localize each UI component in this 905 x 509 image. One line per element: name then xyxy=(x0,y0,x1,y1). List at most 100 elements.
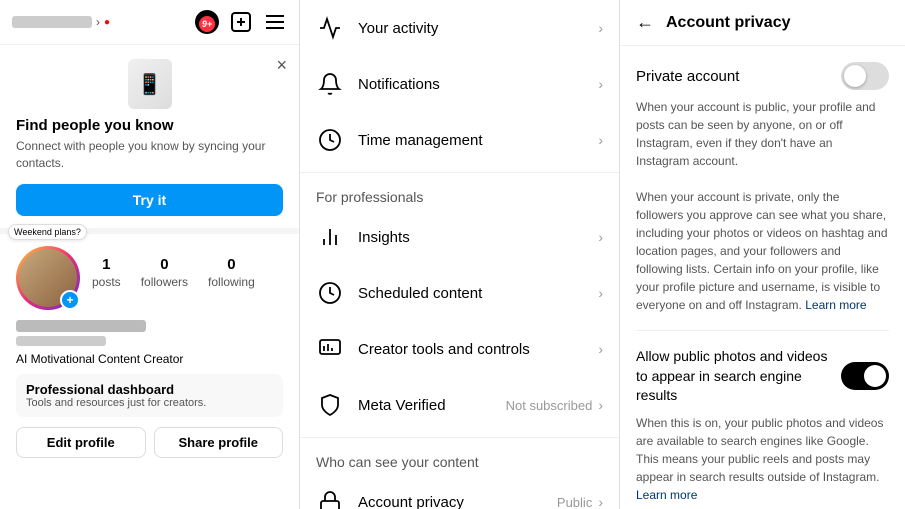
private-account-toggle[interactable] xyxy=(841,62,889,90)
following-label: following xyxy=(208,275,255,289)
your-activity-label: Your activity xyxy=(358,20,598,37)
learn-more-link1[interactable]: Learn more xyxy=(805,298,866,312)
find-people-desc: Connect with people you know by syncing … xyxy=(16,138,283,172)
right-panel: ← Account privacy Private account When y… xyxy=(620,0,905,509)
avatar-wrapper: Weekend plans? + xyxy=(16,246,80,310)
profile-stats-row: Weekend plans? + 1 posts 0 followers 0 f… xyxy=(16,246,283,310)
left-panel: › ● @ 9+ × 📱 Find people you know Connec… xyxy=(0,0,300,509)
meta-verified-label: Meta Verified xyxy=(358,397,506,414)
private-account-desc2: When your account is private, only the f… xyxy=(636,188,889,314)
search-engine-item: Allow public photos and videos to appear… xyxy=(636,331,889,505)
profile-section: Weekend plans? + 1 posts 0 followers 0 f… xyxy=(0,234,299,470)
edit-profile-button[interactable]: Edit profile xyxy=(16,427,146,458)
account-privacy-label: Account privacy xyxy=(358,494,557,509)
right-content: Private account When your account is pub… xyxy=(620,46,905,505)
username-area: › ● xyxy=(12,15,187,29)
back-button[interactable]: ← xyxy=(636,12,654,33)
search-engine-title: Allow public photos and videos to appear… xyxy=(636,347,829,406)
menu-icon[interactable] xyxy=(263,10,287,34)
chevron-icon: › xyxy=(598,20,603,36)
followers-label: followers xyxy=(141,275,188,289)
phone-icon: 📱 xyxy=(16,59,283,109)
scheduled-content-label: Scheduled content xyxy=(358,285,598,302)
private-account-title: Private account xyxy=(636,68,739,85)
menu-item-notifications[interactable]: Notifications › xyxy=(300,56,619,112)
chevron-icon: › xyxy=(598,285,603,301)
who-can-see-header: Who can see your content xyxy=(300,442,619,474)
search-engine-toggle[interactable] xyxy=(841,362,889,390)
profile-handle-blurred xyxy=(16,336,106,346)
menu-item-insights[interactable]: Insights › xyxy=(300,209,619,265)
search-engine-header: Allow public photos and videos to appear… xyxy=(636,347,889,406)
chevron-icon: › xyxy=(598,494,603,509)
private-account-desc1: When your account is public, your profil… xyxy=(636,98,889,170)
close-banner-button[interactable]: × xyxy=(276,55,287,76)
profile-action-buttons: Edit profile Share profile xyxy=(16,427,283,458)
divider2 xyxy=(300,437,619,438)
following-stat[interactable]: 0 following xyxy=(208,256,255,291)
followers-stat[interactable]: 0 followers xyxy=(141,256,188,291)
meta-verified-right: Not subscribed › xyxy=(506,397,603,413)
right-header: ← Account privacy xyxy=(620,0,905,46)
right-panel-title: Account privacy xyxy=(666,14,790,32)
toggle-knob xyxy=(864,365,886,387)
stats-group: 1 posts 0 followers 0 following xyxy=(92,246,255,291)
menu-item-scheduled-content[interactable]: Scheduled content › xyxy=(300,265,619,321)
bar-chart-icon xyxy=(316,223,344,251)
learn-more-link2[interactable]: Learn more xyxy=(636,488,697,502)
red-dot: ● xyxy=(104,17,110,28)
insights-label: Insights xyxy=(358,229,598,246)
divider xyxy=(300,172,619,173)
for-professionals-header: For professionals xyxy=(300,177,619,209)
menu-item-meta-verified[interactable]: Meta Verified Not subscribed › xyxy=(300,377,619,433)
creator-tools-label: Creator tools and controls xyxy=(358,341,598,358)
profile-name-blurred xyxy=(16,320,146,332)
creator-tools-icon xyxy=(316,335,344,363)
username-blurred xyxy=(12,16,92,28)
activity-icon xyxy=(316,14,344,42)
profile-bio: AI Motivational Content Creator xyxy=(16,352,283,366)
chevron-down-icon[interactable]: › xyxy=(96,15,100,29)
lock-icon xyxy=(316,488,344,509)
following-count: 0 xyxy=(208,256,255,273)
chevron-icon: › xyxy=(598,76,603,92)
not-subscribed-text: Not subscribed xyxy=(506,398,593,413)
share-profile-button[interactable]: Share profile xyxy=(154,427,284,458)
menu-item-creator-tools[interactable]: Creator tools and controls › xyxy=(300,321,619,377)
header-icons: @ 9+ xyxy=(195,10,287,34)
time-management-label: Time management xyxy=(358,132,598,149)
left-header: › ● @ 9+ xyxy=(0,0,299,45)
chevron-icon: › xyxy=(598,132,603,148)
bell-icon xyxy=(316,70,344,98)
menu-item-your-activity[interactable]: Your activity › xyxy=(300,0,619,56)
search-engine-desc: When this is on, your public photos and … xyxy=(636,414,889,504)
dashboard-desc: Tools and resources just for creators. xyxy=(26,397,273,409)
chevron-icon: › xyxy=(598,229,603,245)
phone-illustration: 📱 xyxy=(128,59,172,109)
followers-count: 0 xyxy=(141,256,188,273)
chevron-icon: › xyxy=(598,341,603,357)
professional-dashboard[interactable]: Professional dashboard Tools and resourc… xyxy=(16,374,283,417)
chevron-icon: › xyxy=(598,397,603,413)
notifications-label: Notifications xyxy=(358,76,598,93)
clock2-icon xyxy=(316,279,344,307)
try-it-button[interactable]: Try it xyxy=(16,184,283,216)
notification-badge: 9+ xyxy=(199,16,215,32)
toggle-knob xyxy=(844,65,866,87)
threads-icon[interactable]: @ 9+ xyxy=(195,10,219,34)
menu-item-time-management[interactable]: Time management › xyxy=(300,112,619,168)
add-icon[interactable] xyxy=(229,10,253,34)
find-people-title: Find people you know xyxy=(16,117,283,134)
private-account-header: Private account xyxy=(636,62,889,90)
dashboard-title: Professional dashboard xyxy=(26,382,273,397)
find-people-banner: × 📱 Find people you know Connect with pe… xyxy=(0,45,299,234)
account-privacy-right: Public › xyxy=(557,494,603,509)
middle-panel: Your activity › Notifications › Time man… xyxy=(300,0,620,509)
menu-item-account-privacy[interactable]: Account privacy Public › xyxy=(300,474,619,509)
add-to-story-button[interactable]: + xyxy=(60,290,80,310)
private-account-item: Private account When your account is pub… xyxy=(636,46,889,331)
clock-icon xyxy=(316,126,344,154)
posts-count: 1 xyxy=(92,256,121,273)
weekend-bubble: Weekend plans? xyxy=(8,224,87,240)
shield-icon xyxy=(316,391,344,419)
